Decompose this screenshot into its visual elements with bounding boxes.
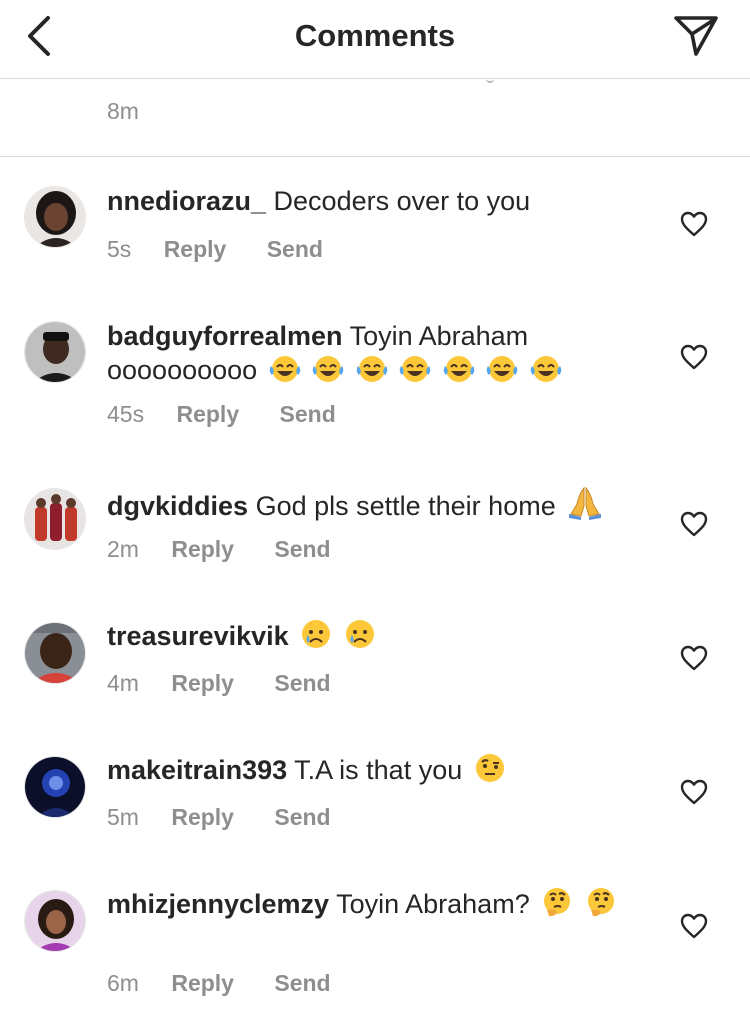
comment-item: makeitrain393 T.A is that you 5m Reply S… (0, 738, 750, 858)
comment-meta: 2m Reply Send (107, 536, 365, 563)
comment-meta: 5s Reply Send (107, 236, 357, 263)
thinking-face-icon (585, 886, 617, 918)
reply-button[interactable]: Reply (176, 401, 239, 428)
comment-body: dgvkiddies God pls settle their home (107, 484, 647, 523)
comment-time: 45s (107, 401, 145, 427)
tears-of-joy-icon (530, 354, 562, 384)
comment-meta: 45s Reply Send (107, 401, 370, 428)
send-button[interactable]: Send (274, 804, 330, 831)
reply-button[interactable]: Reply (164, 236, 227, 263)
comment-body: makeitrain393 T.A is that you (107, 752, 647, 787)
thinking-face-icon (541, 886, 573, 918)
comment-username[interactable]: badguyforrealmen (107, 321, 343, 351)
avatar[interactable] (24, 756, 86, 818)
folded-hands-icon (567, 484, 603, 520)
avatar[interactable] (24, 186, 86, 248)
comment-meta: 4m Reply Send (107, 670, 365, 697)
comment-item: nnediorazu_ Decoders over to you 5s Repl… (0, 170, 750, 290)
comment-username[interactable]: mhizjennyclemzy (107, 889, 329, 919)
send-button[interactable]: Send (267, 236, 323, 263)
avatar[interactable] (24, 622, 86, 684)
comment-username[interactable]: nnediorazu_ (107, 186, 266, 216)
crying-face-icon (344, 618, 376, 650)
comment-body: treasurevikvik (107, 618, 647, 653)
comment-body: mhizjennyclemzy Toyin Abraham? (107, 886, 647, 921)
comment-text: Toyin Abraham? (336, 889, 530, 919)
comment-item: badguyforrealmen Toyin Abraham ooooooooo… (0, 303, 750, 443)
comment-username[interactable]: dgvkiddies (107, 491, 248, 521)
tears-of-joy-icon (356, 354, 388, 384)
tears-of-joy-icon (269, 354, 301, 384)
send-button[interactable]: Send (280, 401, 336, 428)
comment-item: treasurevikvik 4m Reply Send (0, 604, 750, 724)
comment-item: dgvkiddies God pls settle their home 2m … (0, 470, 750, 590)
heart-icon[interactable] (680, 645, 708, 671)
comment-body: nnediorazu_ Decoders over to you (107, 184, 647, 218)
comment-text: T.A is that you (294, 755, 463, 785)
cut-off-text (486, 75, 494, 83)
comment-body: badguyforrealmen Toyin Abraham ooooooooo… (107, 319, 647, 387)
reply-button[interactable]: Reply (171, 804, 234, 831)
raised-eyebrow-face-icon (474, 752, 506, 784)
comment-text: Decoders over to you (273, 186, 531, 216)
send-button[interactable]: Send (274, 536, 330, 563)
comment-username[interactable]: treasurevikvik (107, 621, 289, 651)
heart-icon[interactable] (680, 211, 708, 237)
heart-icon[interactable] (680, 913, 708, 939)
comment-time: 5m (107, 804, 139, 830)
comment-username[interactable]: makeitrain393 (107, 755, 287, 785)
comment-meta: 5m Reply Send (107, 804, 365, 831)
crying-face-icon (300, 618, 332, 650)
comment-time: 5s (107, 236, 132, 262)
heart-icon[interactable] (680, 344, 708, 370)
comment-meta: 6m Reply Send (107, 970, 365, 997)
comment-text: God pls settle their home (255, 491, 556, 521)
comment-time: 4m (107, 670, 139, 696)
share-button[interactable] (672, 12, 720, 60)
avatar[interactable] (24, 488, 86, 550)
paper-plane-icon (674, 16, 718, 56)
previous-comment: 8m (0, 79, 750, 157)
reply-button[interactable]: Reply (171, 536, 234, 563)
tears-of-joy-icon (486, 354, 518, 384)
tears-of-joy-icon (443, 354, 475, 384)
heart-icon[interactable] (680, 779, 708, 805)
page-title: Comments (294, 18, 456, 53)
tears-of-joy-icon (399, 354, 431, 384)
header-bar: Comments (0, 0, 750, 79)
comment-time: 2m (107, 536, 139, 562)
tears-of-joy-icon (312, 354, 344, 384)
reply-button[interactable]: Reply (171, 670, 234, 697)
comment-time: 8m (107, 98, 139, 124)
avatar[interactable] (24, 890, 86, 952)
avatar[interactable] (24, 321, 86, 383)
send-button[interactable]: Send (274, 970, 330, 997)
comment-item: mhizjennyclemzy Toyin Abraham? 6m Reply … (0, 872, 750, 1022)
heart-icon[interactable] (680, 511, 708, 537)
comment-time: 6m (107, 970, 139, 996)
reply-button[interactable]: Reply (171, 970, 234, 997)
send-button[interactable]: Send (274, 670, 330, 697)
